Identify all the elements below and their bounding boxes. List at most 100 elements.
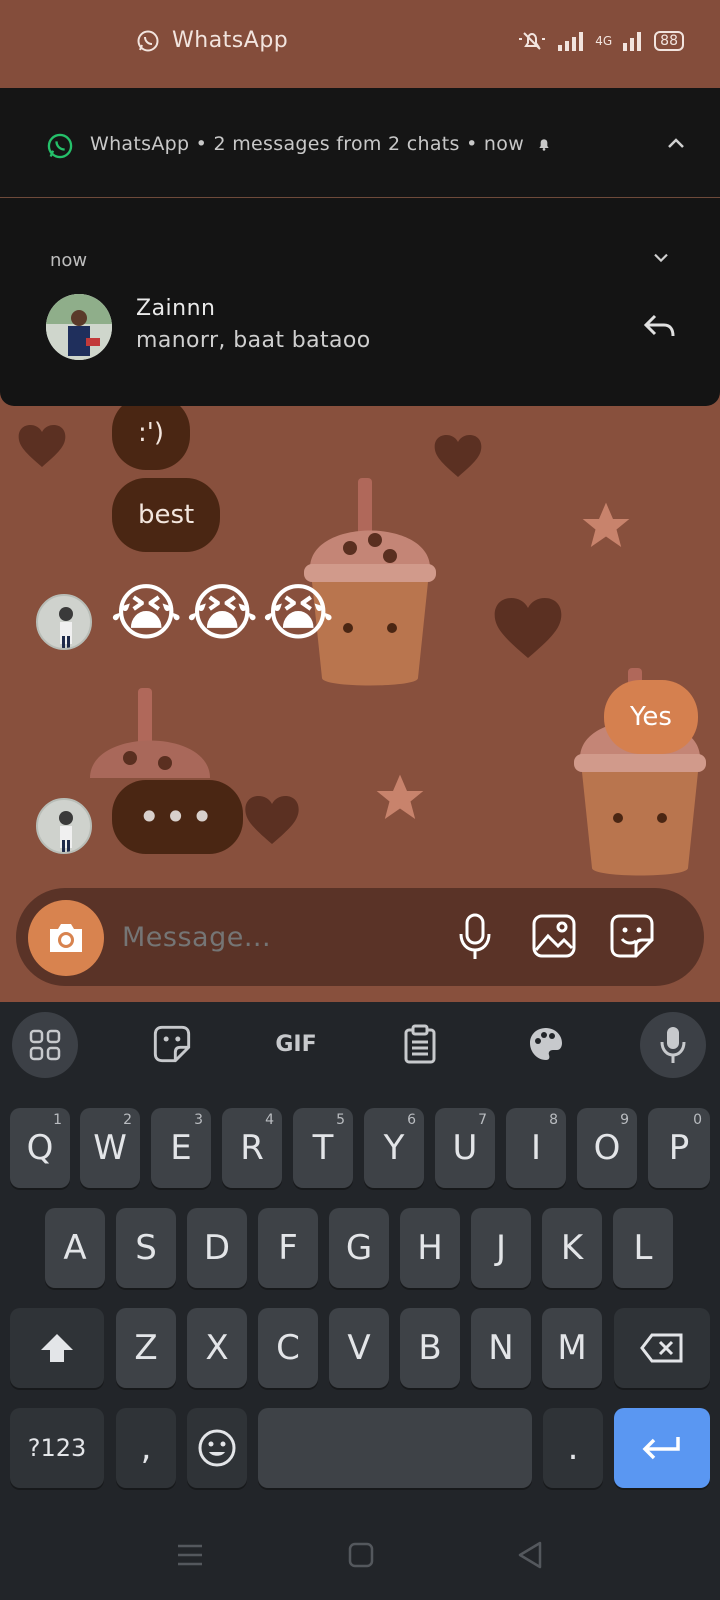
key-hint: 3	[194, 1112, 203, 1128]
network-type: 4G	[595, 34, 613, 48]
apps-grid-button[interactable]	[12, 1012, 78, 1078]
symbols-key[interactable]: ?123	[10, 1408, 104, 1488]
key-f[interactable]: F	[258, 1208, 318, 1288]
gallery-icon[interactable]	[530, 912, 578, 960]
notification-header[interactable]: WhatsApp • 2 messages from 2 chats • now	[0, 88, 720, 198]
key-label: M	[557, 1328, 587, 1368]
key-j[interactable]: J	[471, 1208, 531, 1288]
key-label: K	[560, 1228, 584, 1268]
backspace-key[interactable]	[614, 1308, 710, 1388]
sender-avatar[interactable]	[46, 294, 112, 360]
system-nav-bar	[0, 1510, 720, 1600]
microphone-icon[interactable]	[456, 912, 494, 962]
key-b[interactable]: B	[400, 1308, 460, 1388]
key-hint: 4	[265, 1112, 274, 1128]
heart-decoration	[245, 796, 299, 844]
outgoing-message[interactable]: Yes	[604, 680, 698, 754]
key-label: C	[276, 1328, 300, 1368]
menu-icon[interactable]	[176, 1542, 204, 1568]
key-u[interactable]: U7	[435, 1108, 495, 1188]
signal-icon	[558, 32, 584, 51]
key-x[interactable]: X	[187, 1308, 247, 1388]
enter-icon	[642, 1437, 680, 1460]
key-hint: 6	[407, 1112, 416, 1128]
key-hint: 7	[478, 1112, 487, 1128]
key-label: S	[135, 1228, 157, 1268]
back-icon[interactable]	[516, 1540, 544, 1570]
key-w[interactable]: W2	[80, 1108, 140, 1188]
message-input[interactable]	[122, 914, 442, 960]
voice-input-button[interactable]	[640, 1012, 706, 1078]
star-decoration	[376, 774, 424, 819]
person-photo-icon	[46, 294, 112, 360]
notification-message: manorr, baat bataoo	[136, 328, 371, 353]
shift-icon	[41, 1334, 73, 1362]
key-m[interactable]: M	[542, 1308, 602, 1388]
notification-panel[interactable]: WhatsApp • 2 messages from 2 chats • now…	[0, 88, 720, 406]
key-i[interactable]: I8	[506, 1108, 566, 1188]
emoji-key[interactable]	[187, 1408, 247, 1488]
key-d[interactable]: D	[187, 1208, 247, 1288]
camera-button[interactable]	[28, 900, 104, 976]
key-c[interactable]: C	[258, 1308, 318, 1388]
gif-button[interactable]: GIF	[264, 1012, 328, 1076]
key-p[interactable]: P0	[648, 1108, 710, 1188]
clipboard-button[interactable]	[388, 1012, 452, 1076]
heart-decoration	[434, 435, 482, 477]
expand-chevron-icon[interactable]	[652, 252, 670, 264]
signal-icon-2	[623, 32, 642, 51]
key-label: E	[170, 1128, 192, 1168]
enter-key[interactable]	[614, 1408, 710, 1488]
key-label: R	[240, 1128, 264, 1168]
theme-button[interactable]	[514, 1012, 578, 1076]
key-e[interactable]: E3	[151, 1108, 211, 1188]
spacebar-key[interactable]	[258, 1408, 532, 1488]
period-key[interactable]: .	[543, 1408, 603, 1488]
key-label: F	[278, 1228, 298, 1268]
key-k[interactable]: K	[542, 1208, 602, 1288]
key-t[interactable]: T5	[293, 1108, 353, 1188]
reply-icon[interactable]	[642, 312, 676, 340]
key-label: ,	[140, 1428, 152, 1468]
heart-decoration	[494, 598, 562, 658]
key-label: I	[530, 1128, 542, 1168]
key-label: X	[205, 1328, 229, 1368]
key-label: O	[593, 1128, 621, 1168]
key-hint: 0	[693, 1112, 702, 1128]
sticker-button[interactable]	[140, 1012, 204, 1076]
key-n[interactable]: N	[471, 1308, 531, 1388]
key-a[interactable]: A	[45, 1208, 105, 1288]
sender-avatar[interactable]	[36, 798, 92, 854]
incoming-message[interactable]: :')	[112, 396, 191, 470]
key-q[interactable]: Q1	[10, 1108, 70, 1188]
crying-emoji[interactable]: 😭	[186, 582, 258, 644]
sticker-icon	[153, 1025, 191, 1063]
key-y[interactable]: Y6	[364, 1108, 424, 1188]
key-o[interactable]: O9	[577, 1108, 637, 1188]
incoming-message[interactable]: best	[112, 478, 221, 552]
comma-key[interactable]: ,	[116, 1408, 176, 1488]
collapse-chevron-icon[interactable]	[666, 136, 686, 150]
key-h[interactable]: H	[400, 1208, 460, 1288]
key-label: B	[418, 1328, 442, 1368]
key-v[interactable]: V	[329, 1308, 389, 1388]
smiley-icon	[198, 1429, 236, 1467]
crying-emoji[interactable]: 😭	[262, 582, 334, 644]
status-app-name: WhatsApp	[172, 28, 289, 53]
key-g[interactable]: G	[329, 1208, 389, 1288]
home-icon[interactable]	[348, 1542, 374, 1568]
sticker-icon[interactable]	[608, 912, 656, 960]
key-z[interactable]: Z	[116, 1308, 176, 1388]
status-indicators: 4G 88	[517, 30, 684, 52]
key-label: Z	[134, 1328, 158, 1368]
status-bar: WhatsApp 4G 88	[0, 0, 720, 88]
key-l[interactable]: L	[613, 1208, 673, 1288]
key-s[interactable]: S	[116, 1208, 176, 1288]
key-r[interactable]: R4	[222, 1108, 282, 1188]
sender-avatar[interactable]	[36, 594, 92, 650]
shift-key[interactable]	[10, 1308, 104, 1388]
camera-icon	[50, 924, 82, 952]
crying-emoji[interactable]: 😭	[110, 582, 182, 644]
key-label: L	[633, 1228, 653, 1268]
key-hint: 1	[53, 1112, 62, 1128]
